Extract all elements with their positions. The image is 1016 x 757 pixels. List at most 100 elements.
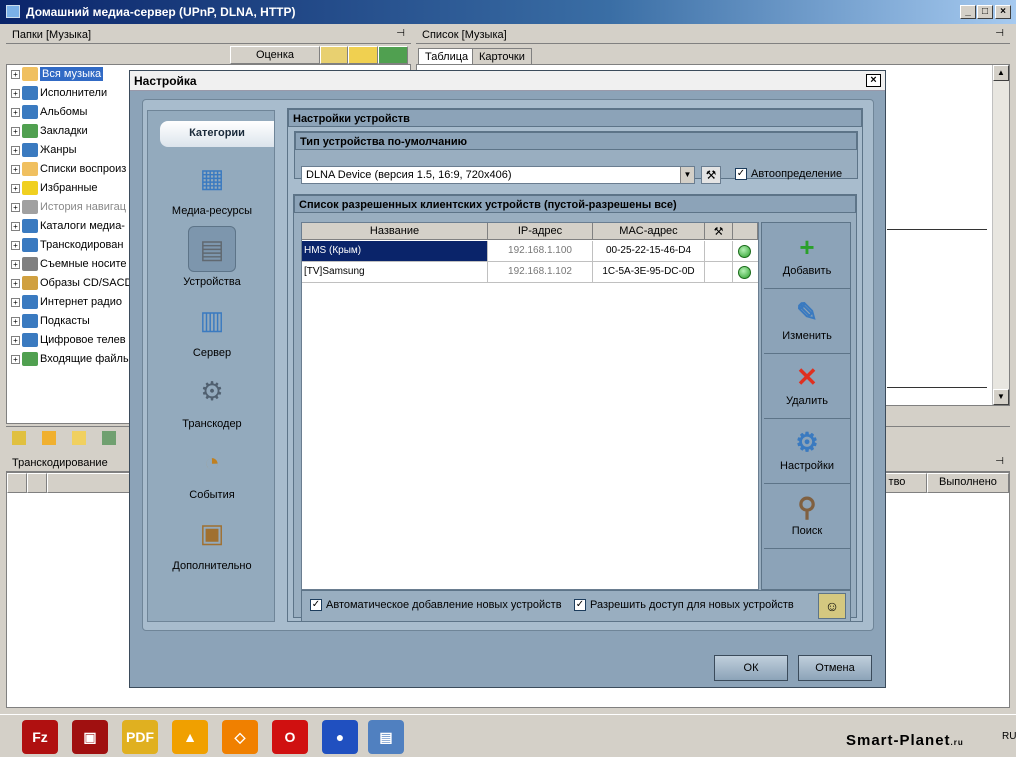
checkbox-icon[interactable]: ✓ xyxy=(735,168,747,181)
category-item[interactable]: ◔ События xyxy=(154,439,270,509)
action-button[interactable]: ⚙ Настройки xyxy=(764,420,850,484)
tree-item[interactable]: + Исполнители xyxy=(11,86,107,105)
chevron-down-icon[interactable]: ▼ xyxy=(680,167,694,183)
taskbar-app-red-icon[interactable]: ▣ xyxy=(72,720,108,754)
maximize-button[interactable]: □ xyxy=(977,5,993,19)
category-item[interactable]: ▦ Медиа-ресурсы xyxy=(154,155,270,225)
taskbar-aimp-icon[interactable]: ▲ xyxy=(172,720,208,754)
tree-item[interactable]: + Цифровое телев xyxy=(11,333,126,352)
expand-icon[interactable]: + xyxy=(11,107,20,117)
tree-item[interactable]: + Транскодирован xyxy=(11,238,123,257)
expand-icon[interactable]: + xyxy=(11,221,20,231)
expand-icon[interactable]: + xyxy=(11,259,20,269)
dialog-close-button[interactable]: × xyxy=(866,74,881,87)
close-button[interactable]: × xyxy=(995,5,1011,19)
taskbar-hms-icon[interactable]: ▤ xyxy=(368,720,404,754)
taskbar-pdf-icon[interactable]: PDF xyxy=(122,720,158,754)
col-done[interactable]: Выполнено xyxy=(927,473,1009,493)
autodetect-checkbox[interactable]: ✓ Автоопределение xyxy=(735,168,842,181)
auto-add-checkbox[interactable]: ✓ Автоматическое добавление новых устройс… xyxy=(310,599,562,612)
expand-icon[interactable]: + xyxy=(11,145,20,155)
key-icon[interactable] xyxy=(348,46,378,64)
vertical-scrollbar[interactable]: ▲ ▼ xyxy=(992,65,1009,405)
tree-item[interactable]: + Интернет радио xyxy=(11,295,122,314)
checkbox-icon[interactable]: ✓ xyxy=(310,599,322,612)
tree-item[interactable]: + Каталоги медиа- xyxy=(11,219,125,238)
pin-icon[interactable]: ⊣ xyxy=(995,28,1004,39)
devices-column-header[interactable]: ⚒ xyxy=(705,223,733,240)
users-icon[interactable]: ☺ xyxy=(818,593,846,619)
default-device-select[interactable]: DLNA Device (версия 1.5, 16:9, 720x406) … xyxy=(301,166,695,184)
checkbox-icon[interactable]: ✓ xyxy=(574,599,586,612)
category-item[interactable]: ▣ Дополнительно xyxy=(154,510,270,580)
tree-item[interactable]: + Подкасты xyxy=(11,314,90,333)
rating-column-header[interactable]: Оценка xyxy=(230,46,320,64)
expand-icon[interactable]: + xyxy=(11,240,20,250)
users-icon[interactable] xyxy=(320,46,348,64)
folder-icon xyxy=(22,162,38,176)
folder-icon xyxy=(22,67,38,81)
expand-icon[interactable]: + xyxy=(11,297,20,307)
default-device-title: Тип устройства по-умолчанию xyxy=(295,132,857,150)
bars-icon[interactable] xyxy=(378,46,408,64)
scroll-up-icon[interactable]: ▲ xyxy=(993,65,1009,81)
expand-icon[interactable]: + xyxy=(11,164,20,174)
tree-item[interactable]: + Вся музыка xyxy=(11,66,104,86)
grid-icon[interactable] xyxy=(102,431,116,445)
tree-item[interactable]: + Закладки xyxy=(11,124,88,143)
category-item[interactable]: ▥ Сервер xyxy=(154,297,270,367)
tree-item[interactable]: + История навигац xyxy=(11,200,126,219)
pin-icon[interactable]: ⊣ xyxy=(995,456,1004,467)
folder-icon[interactable] xyxy=(72,431,86,445)
taskbar-filezilla-icon[interactable]: Fz xyxy=(22,720,58,754)
action-button[interactable]: ⚲ Поиск xyxy=(764,485,850,549)
device-row[interactable]: [TV]Samsung 192.168.1.102 1C-5A-3E-95-DC-0… xyxy=(302,262,758,283)
add-icon[interactable] xyxy=(42,431,56,445)
action-button[interactable]: ✕ Удалить xyxy=(764,355,850,419)
tree-item[interactable]: + Избранные xyxy=(11,181,98,200)
devices-table[interactable]: Название IP-адрес MAC-адрес ⚒ HMS (Крым) 192.… xyxy=(301,222,759,590)
expand-icon[interactable]: + xyxy=(11,202,20,212)
expand-icon[interactable]: + xyxy=(11,278,20,288)
taskbar-reader-icon[interactable]: ◇ xyxy=(222,720,258,754)
allow-new-checkbox[interactable]: ✓ Разрешить доступ для новых устройств xyxy=(574,599,794,612)
expand-icon[interactable]: + xyxy=(11,88,20,98)
category-item[interactable]: ⚙ Транскодер xyxy=(154,368,270,438)
folder-icon xyxy=(22,295,38,309)
expand-icon[interactable]: + xyxy=(11,183,20,193)
tree-item[interactable]: + Жанры xyxy=(11,143,77,162)
devices-column-header[interactable]: MAC-адрес xyxy=(593,223,705,240)
devices-column-header[interactable]: IP-адрес xyxy=(488,223,593,240)
folder-icon xyxy=(22,105,38,119)
pencil-icon[interactable] xyxy=(12,431,26,445)
device-config-button[interactable]: ⚒ xyxy=(701,166,721,184)
expand-icon[interactable]: + xyxy=(11,354,20,364)
tree-item[interactable]: + Альбомы xyxy=(11,105,87,124)
language-indicator[interactable]: RU xyxy=(1002,731,1016,742)
col-state[interactable] xyxy=(27,473,47,493)
scroll-down-icon[interactable]: ▼ xyxy=(993,389,1009,405)
dialog-title-bar[interactable]: Настройка × xyxy=(130,71,885,91)
tree-item[interactable]: + Списки воспроиз xyxy=(11,162,126,181)
devices-column-header[interactable]: Название xyxy=(302,223,488,240)
taskbar-globe-icon[interactable]: ● xyxy=(322,720,358,754)
expand-icon[interactable]: + xyxy=(11,69,20,79)
tree-item[interactable]: + Образы CD/SACD xyxy=(11,276,132,295)
col-check[interactable] xyxy=(7,473,27,493)
taskbar-opera-icon[interactable]: O xyxy=(272,720,308,754)
cancel-button[interactable]: Отмена xyxy=(798,655,872,681)
devices-column-header[interactable] xyxy=(733,223,758,240)
main-title-bar[interactable]: Домашний медиа-сервер (UPnP, DLNA, HTTP)… xyxy=(0,0,1016,24)
action-button[interactable]: ✎ Изменить xyxy=(764,290,850,354)
expand-icon[interactable]: + xyxy=(11,335,20,345)
pin-icon[interactable]: ⊣ xyxy=(396,28,405,39)
category-item[interactable]: ▤ Устройства xyxy=(154,226,270,296)
expand-icon[interactable]: + xyxy=(11,126,20,136)
ok-button[interactable]: ОК xyxy=(714,655,788,681)
action-button[interactable]: + Добавить xyxy=(764,225,850,289)
tree-item[interactable]: + Входящие файлы xyxy=(11,352,131,371)
device-row[interactable]: HMS (Крым) 192.168.1.100 00-25-22-15-46-D4 xyxy=(302,241,758,262)
minimize-button[interactable]: _ xyxy=(960,5,976,19)
tree-item[interactable]: + Съемные носите xyxy=(11,257,127,276)
expand-icon[interactable]: + xyxy=(11,316,20,326)
